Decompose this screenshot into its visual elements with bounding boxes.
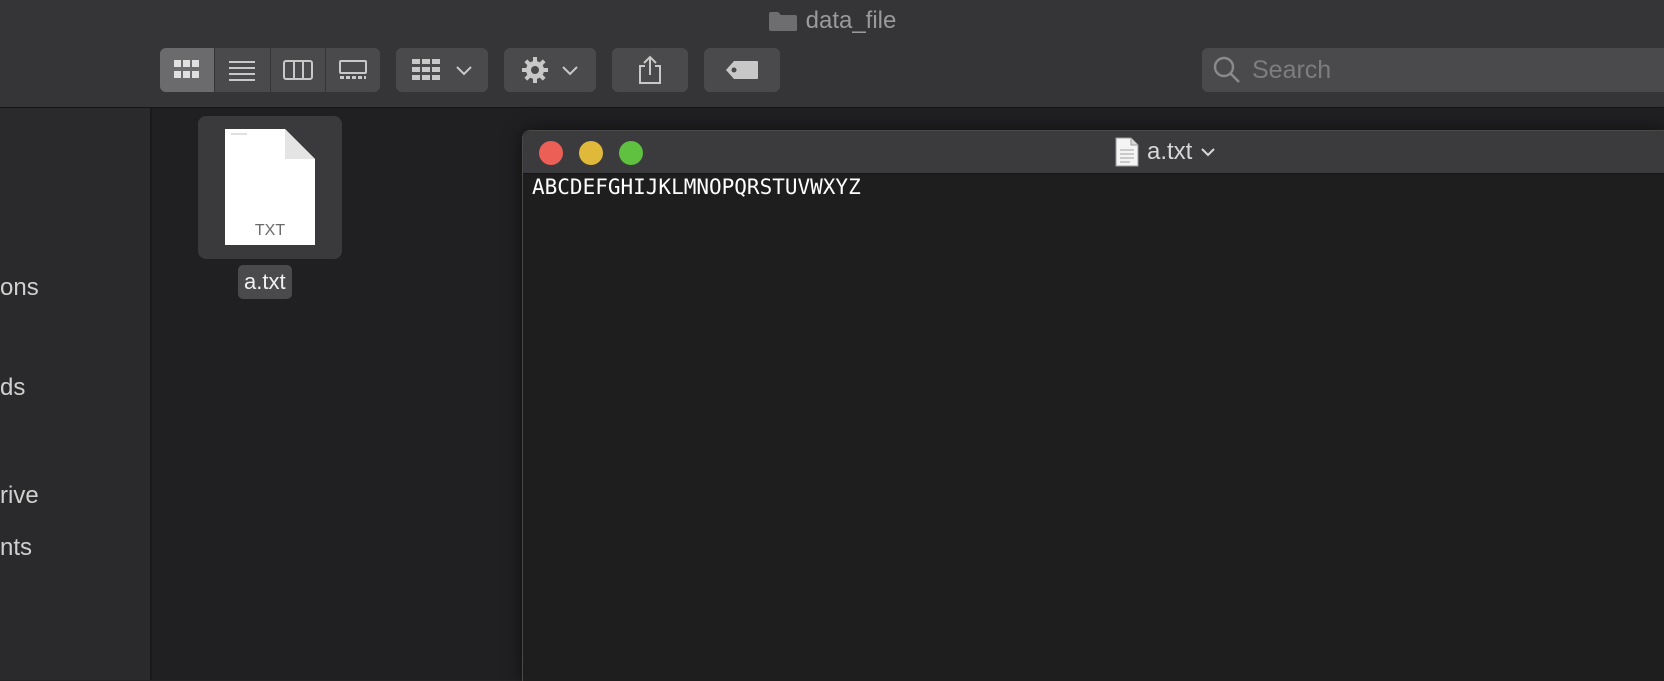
- finder-sidebar: ons ds rive nts: [0, 108, 152, 680]
- list-view-button[interactable]: [215, 48, 271, 92]
- group-grid-icon: [412, 59, 440, 80]
- sidebar-item[interactable]: nts: [0, 534, 32, 562]
- document-title-label: a.txt: [1147, 138, 1193, 165]
- chevron-down-icon: [456, 66, 472, 76]
- gallery-view-button[interactable]: [325, 48, 380, 92]
- chevron-down-icon: [1201, 148, 1216, 157]
- document-icon: [1115, 137, 1139, 167]
- share-icon: [639, 55, 661, 84]
- zoom-button[interactable]: [619, 141, 643, 165]
- text-document-window: a.txt ABCDEFGHIJKLMNOPQRSTUVWXYZ: [522, 130, 1664, 681]
- action-menu-button[interactable]: [504, 48, 596, 92]
- share-button[interactable]: [612, 48, 688, 92]
- file-item-a-txt[interactable]: TXT: [198, 116, 342, 259]
- sidebar-item[interactable]: rive: [0, 482, 39, 510]
- icon-grid-icon: [174, 60, 200, 78]
- search-input[interactable]: [1250, 54, 1634, 86]
- group-by-button[interactable]: [396, 48, 488, 92]
- sidebar-item[interactable]: ons: [0, 274, 39, 302]
- file-type-label: TXT: [254, 222, 286, 239]
- document-text-content[interactable]: ABCDEFGHIJKLMNOPQRSTUVWXYZ: [532, 175, 861, 199]
- column-view-button[interactable]: [270, 48, 326, 92]
- chevron-down-icon: [562, 66, 578, 76]
- folder-icon: [768, 12, 797, 31]
- close-button[interactable]: [539, 141, 563, 165]
- file-name-label[interactable]: a.txt: [238, 265, 292, 299]
- search-icon: [1213, 56, 1240, 83]
- finder-window-title: data_file: [0, 6, 1664, 36]
- columns-icon: [282, 60, 313, 80]
- finder-title-label: data_file: [805, 7, 897, 34]
- gear-icon: [522, 57, 548, 83]
- document-titlebar: a.txt: [523, 131, 1664, 174]
- list-icon: [229, 61, 256, 81]
- sidebar-item[interactable]: ds: [0, 374, 25, 402]
- minimize-button[interactable]: [579, 141, 603, 165]
- icon-view-button[interactable]: [160, 48, 216, 92]
- gallery-icon: [338, 60, 367, 79]
- view-mode-control: [160, 48, 380, 92]
- tag-icon: [726, 61, 758, 79]
- finder-toolbar: data_file: [0, 0, 1664, 108]
- document-title[interactable]: a.txt: [1115, 136, 1216, 168]
- search-field[interactable]: [1202, 48, 1664, 92]
- tag-button[interactable]: [704, 48, 780, 92]
